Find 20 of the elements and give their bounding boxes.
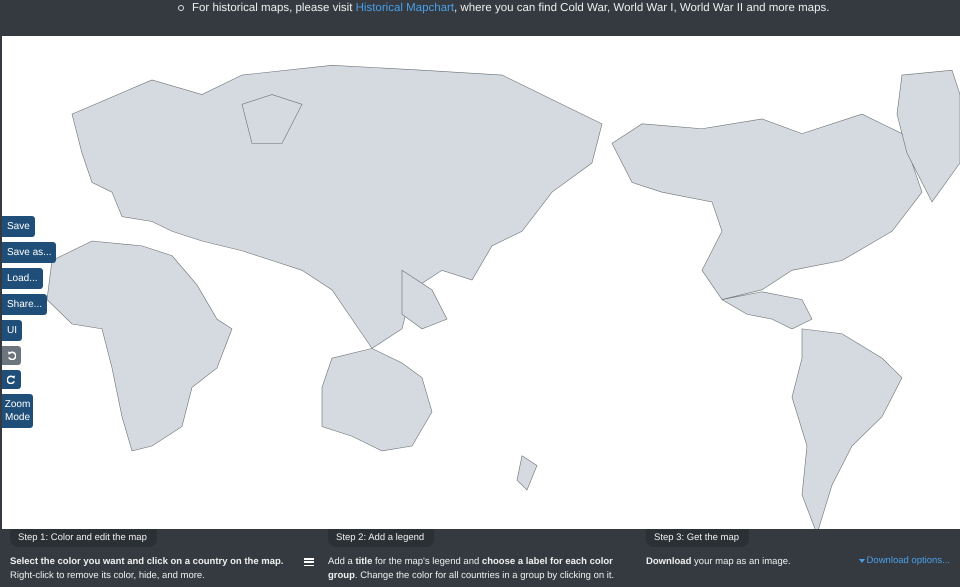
download-options-link[interactable]: Download options... [858,555,950,566]
redo-icon [7,375,16,384]
toolbar-button[interactable]: Save [2,216,35,237]
toolbar-button[interactable]: Save as... [2,242,56,263]
toolbar-button[interactable]: Load... [2,268,43,289]
undo-icon [7,351,16,360]
toolbar-button[interactable]: UI [2,320,22,341]
redo-button[interactable] [2,370,21,389]
toolbar-button[interactable]: Zoom Mode [2,394,33,428]
step-instructions: Add a title for the map's legend and choose a label for each color group. Change the color for all countries in a group by clicking on it. [328,555,616,583]
step-instructions: Download your map as an image. [646,555,792,569]
step-heading: Step 3: Get the map [646,529,750,547]
step-heading: Step 1: Color and edit the map [10,529,157,547]
step-heading: Step 2: Add a legend [328,529,434,547]
menu-icon[interactable] [304,558,314,566]
step-instructions: Select the color you want and click on a country on the map. Right-click to remove its color, hide, and more. [10,555,284,583]
historical-mapchart-link[interactable]: Historical Mapchart [356,2,454,14]
historical-maps-notice: For historical maps, please visit Historical Mapchart, where you can find Cold War, World War I, World War II and more maps. [192,2,830,14]
bullet-icon [178,5,184,11]
toolbar-button[interactable]: Share... [2,294,48,315]
